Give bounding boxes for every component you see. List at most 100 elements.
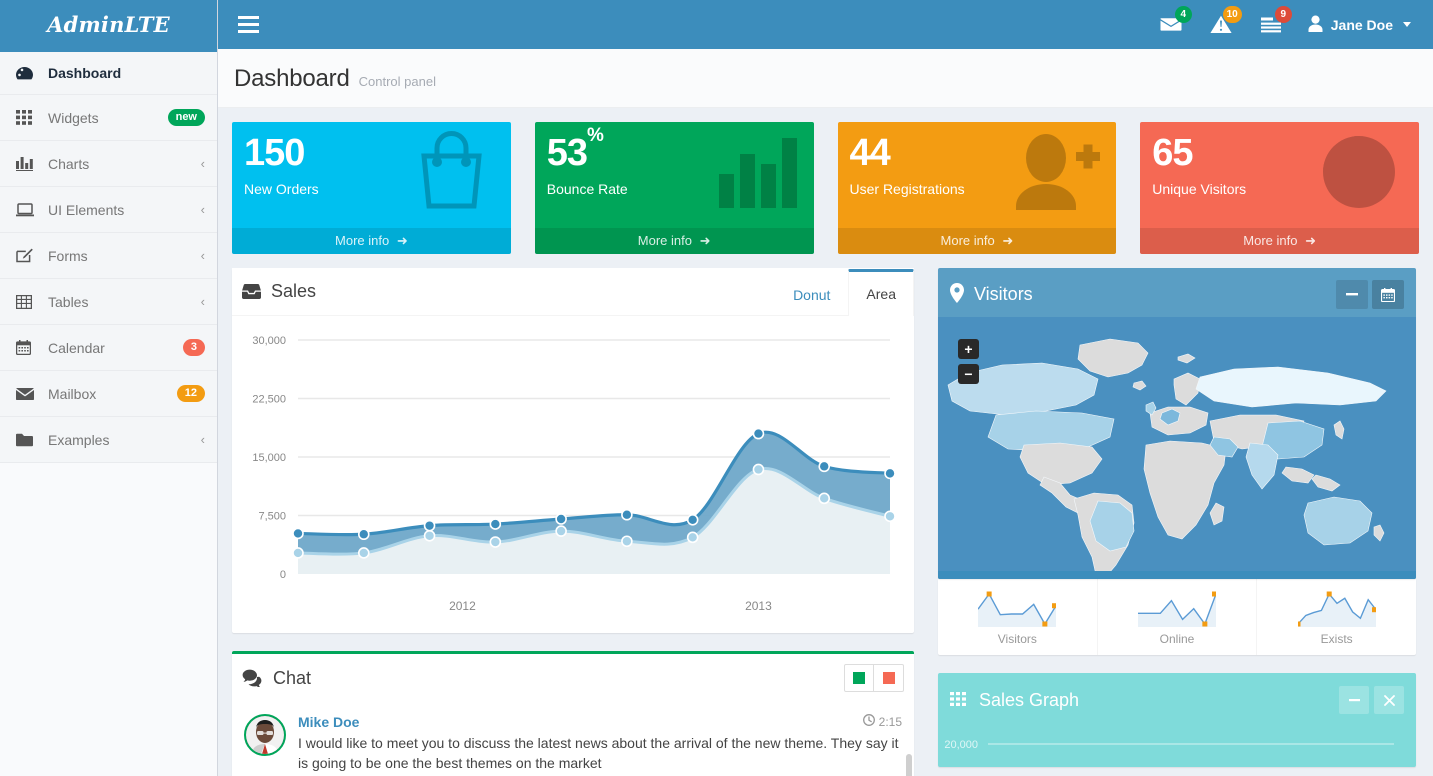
sidebar-item-mailbox[interactable]: Mailbox 12	[0, 371, 217, 417]
stat-box-inner: 150 New Orders	[232, 122, 511, 197]
sidebar-item-tables[interactable]: Tables ‹	[0, 279, 217, 325]
notifications-menu-button[interactable]: 10	[1196, 0, 1246, 49]
sidebar-item-ui-elements[interactable]: UI Elements ‹	[0, 187, 217, 233]
messages-badge: 4	[1174, 6, 1192, 23]
sales-graph-chart[interactable]: 20,000	[938, 724, 1416, 767]
chat-message: 2:15 Mike Doe I would like to meet you t…	[244, 710, 902, 776]
tab-donut[interactable]: Donut	[775, 274, 848, 315]
th-icon	[950, 691, 967, 709]
tasks-badge: 9	[1274, 6, 1292, 23]
sidebar-toggle-button[interactable]	[226, 0, 271, 49]
sales-box: Sales Donut Area 0 7,500 15,000 22,500 30,00…	[232, 268, 914, 633]
sparkline-visitors[interactable]: Visitors	[938, 579, 1098, 655]
world-map[interactable]: + −	[938, 317, 1416, 579]
sidebar-item-badge: 3	[182, 339, 205, 356]
stat-box-more-info-link[interactable]: More info ➜	[534, 228, 814, 254]
sidebar-item-charts[interactable]: Charts ‹	[0, 141, 217, 187]
svg-text:0: 0	[280, 569, 286, 581]
stat-box-unique-visitors[interactable]: 65 Unique Visitors More info ➜	[1140, 122, 1419, 254]
user-menu-button[interactable]: Jane Doe	[1296, 0, 1417, 49]
collapse-button[interactable]	[1336, 280, 1368, 309]
map-footer-bar	[938, 571, 1416, 579]
navbar-right: 4 10 9 Jane Doe	[1146, 0, 1433, 49]
chat-message-text: I would like to meet you to discuss the …	[298, 735, 899, 772]
collapse-button[interactable]	[1339, 686, 1369, 714]
brand-logo-text: AdminLTE	[47, 12, 170, 37]
chat-scrollbar[interactable]	[906, 754, 912, 776]
visitors-title-text: Visitors	[974, 284, 1033, 304]
sidebar-item-widgets[interactable]: Widgets new	[0, 95, 217, 141]
sidebar-item-calendar[interactable]: Calendar 3	[0, 325, 217, 371]
chevron-left-icon: ‹	[200, 202, 205, 217]
chat-box-header: Chat	[232, 654, 914, 702]
messages-menu-button[interactable]: 4	[1146, 0, 1196, 49]
tab-area[interactable]: Area	[848, 269, 914, 316]
sidebar-item-label: Charts	[48, 155, 90, 172]
stat-box-more-info-link[interactable]: More info ➜	[1140, 228, 1419, 254]
sparkline-online[interactable]: Online	[1098, 579, 1258, 655]
left-column: Sales Donut Area 0 7,500 15,000 22,500 30,00…	[232, 268, 914, 776]
content-body: 150 New Orders More info ➜ 53% Bounce Rate Mo…	[218, 108, 1433, 776]
sales-area-chart[interactable]: 0 7,500 15,000 22,500 30,000 2012 2013	[232, 316, 914, 633]
chat-box: Chat 2:15 Mike Doe I would like to meet …	[232, 651, 914, 776]
stat-box-label: Unique Visitors	[1152, 180, 1247, 197]
map-zoom-out-button[interactable]: −	[958, 364, 979, 384]
stat-boxes-row: 150 New Orders More info ➜ 53% Bounce Rate Mo…	[232, 122, 1419, 254]
stat-box-label: Bounce Rate	[546, 180, 628, 197]
user-icon	[1308, 15, 1323, 35]
sidebar-item-label: Forms	[48, 247, 88, 264]
svg-text:2013: 2013	[745, 599, 772, 613]
sidebar-item-forms[interactable]: Forms ‹	[0, 233, 217, 279]
stat-box-suffix: %	[587, 124, 604, 146]
sidebar-item-examples[interactable]: Examples ‹	[0, 417, 217, 463]
sidebar: AdminLTE Dashboard Widgets new Charts ‹ UI El…	[0, 0, 218, 776]
stat-box-number: 53%	[546, 124, 604, 174]
sparkline-chart	[977, 591, 1058, 627]
stat-box-inner: 53% Bounce Rate	[535, 122, 814, 197]
chat-message-body: 2:15 Mike Doe I would like to meet you t…	[298, 714, 902, 776]
user-name: Jane Doe	[1330, 16, 1393, 33]
world-map-svg	[938, 317, 1416, 579]
hamburger-bar	[238, 23, 259, 26]
sidebar-item-label: Examples	[48, 431, 110, 448]
stat-box-user-registrations[interactable]: 44 User Registrations More info ➜	[837, 122, 1117, 254]
stat-box-new-orders[interactable]: 150 New Orders More info ➜	[232, 122, 511, 254]
green-square-icon	[853, 672, 865, 684]
svg-text:15,000: 15,000	[252, 452, 286, 464]
brand-logo[interactable]: AdminLTE	[0, 0, 217, 49]
status-online-button[interactable]	[844, 664, 874, 692]
svg-text:7,500: 7,500	[258, 511, 286, 523]
area-chart-svg: 0 7,500 15,000 22,500 30,000 2012 2013	[252, 335, 896, 613]
map-zoom-in-button[interactable]: +	[958, 339, 979, 359]
dashboard-grid: Sales Donut Area 0 7,500 15,000 22,500 30,00…	[232, 268, 1419, 776]
chevron-left-icon: ‹	[200, 248, 205, 263]
right-column: Visitors + − Visitors Online Exists Sale…	[938, 268, 1416, 776]
chevron-left-icon: ‹	[200, 294, 205, 309]
stat-box-bounce-rate[interactable]: 53% Bounce Rate More info ➜	[534, 122, 814, 254]
inbox-icon	[242, 283, 261, 300]
sales-graph-svg: 20,000	[944, 739, 1394, 751]
stat-box-inner: 65 Unique Visitors	[1140, 122, 1419, 197]
stat-box-label: New Orders	[244, 180, 319, 197]
chevron-left-icon: ‹	[200, 432, 205, 447]
page-title: Dashboard	[234, 65, 350, 92]
chat-message-time: 2:15	[862, 714, 902, 729]
stat-box-more-info-link[interactable]: More info ➜	[232, 228, 511, 254]
close-icon[interactable]	[1374, 686, 1404, 714]
sales-graph-tools	[1334, 686, 1404, 714]
sidebar-item-dashboard[interactable]: Dashboard	[0, 49, 217, 95]
folder-icon	[16, 431, 38, 449]
sidebar-item-label: Calendar	[48, 339, 105, 356]
status-offline-button[interactable]	[874, 664, 904, 692]
sparkline-exists[interactable]: Exists	[1257, 579, 1416, 655]
arrow-circle-right-icon: ➜	[699, 233, 711, 248]
chat-author-link[interactable]: Mike Doe	[298, 714, 359, 730]
sparkline-label: Visitors	[997, 632, 1037, 646]
visitors-map-box: Visitors + −	[938, 268, 1416, 579]
tasks-menu-button[interactable]: 9	[1246, 0, 1296, 49]
calendar-button[interactable]	[1372, 280, 1404, 309]
sparkline-chart	[1138, 591, 1219, 627]
sales-graph-header: Sales Graph	[938, 673, 1416, 724]
visitors-box-header: Visitors	[938, 268, 1416, 317]
stat-box-more-info-link[interactable]: More info ➜	[837, 228, 1117, 254]
